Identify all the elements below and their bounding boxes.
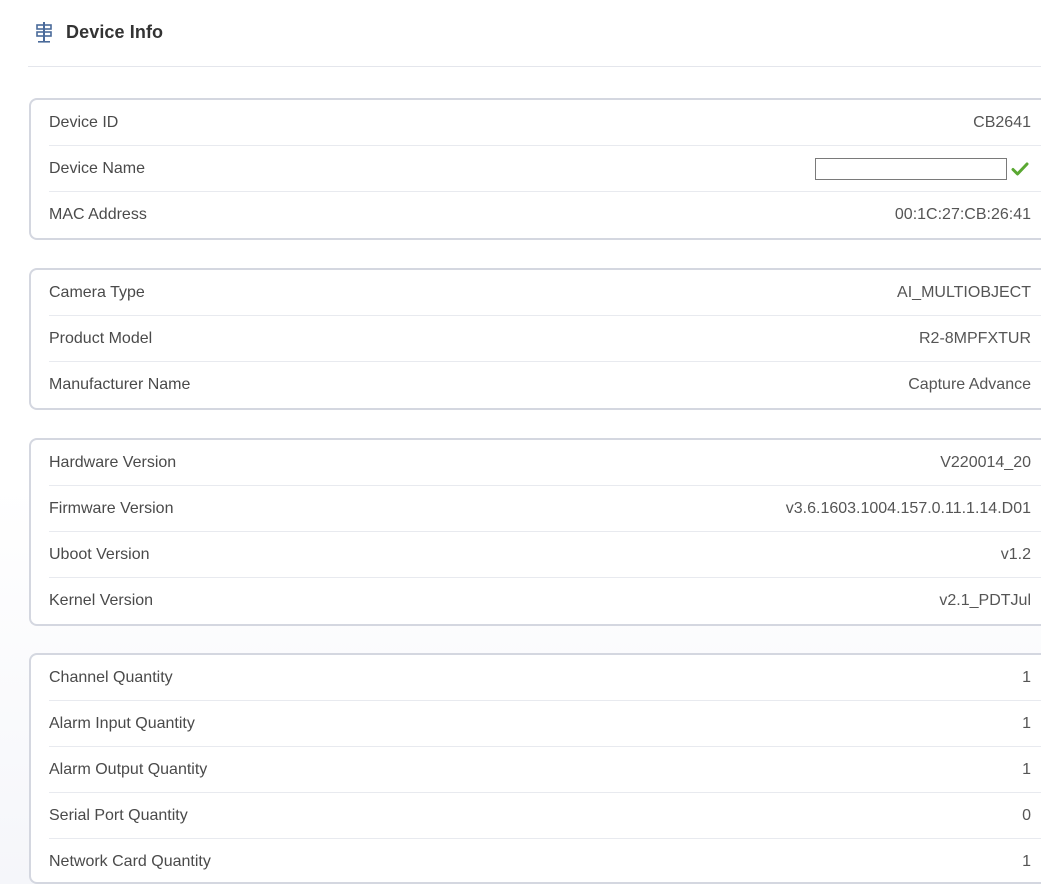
- alarm-output-quantity-row: Alarm Output Quantity 1: [49, 747, 1041, 793]
- manufacturer-value: Capture Advance: [908, 375, 1031, 393]
- device-name-label: Device Name: [49, 159, 146, 177]
- product-model-row: Product Model R2-8MPFXTUR: [49, 316, 1041, 362]
- firmware-version-row: Firmware Version v3.6.1603.1004.157.0.11…: [49, 486, 1041, 532]
- versions-panel: Hardware Version V220014_20 Firmware Ver…: [29, 438, 1041, 626]
- firmware-version-label: Firmware Version: [49, 499, 174, 517]
- checkmark-icon[interactable]: [1009, 159, 1031, 179]
- kernel-version-value: v2.1_PDTJul: [939, 591, 1031, 609]
- device-id-label: Device ID: [49, 113, 119, 131]
- header-divider: [28, 66, 1041, 67]
- alarm-input-quantity-row: Alarm Input Quantity 1: [49, 701, 1041, 747]
- network-card-quantity-value: 1: [1022, 852, 1031, 870]
- hardware-version-value: V220014_20: [940, 453, 1031, 471]
- uboot-version-row: Uboot Version v1.2: [49, 532, 1041, 578]
- hardware-version-label: Hardware Version: [49, 453, 177, 471]
- device-id-value: CB2641: [973, 113, 1031, 131]
- device-name-field-group: [815, 157, 1031, 180]
- signpost-icon: [34, 21, 54, 43]
- product-panel: Camera Type AI_MULTIOBJECT Product Model…: [29, 268, 1041, 410]
- camera-type-value: AI_MULTIOBJECT: [897, 283, 1031, 301]
- kernel-version-row: Kernel Version v2.1_PDTJul: [49, 578, 1041, 623]
- product-model-label: Product Model: [49, 329, 153, 347]
- serial-port-quantity-label: Serial Port Quantity: [49, 806, 188, 824]
- mac-address-value: 00:1C:27:CB:26:41: [894, 205, 1031, 223]
- alarm-input-quantity-label: Alarm Input Quantity: [49, 714, 195, 732]
- alarm-output-quantity-label: Alarm Output Quantity: [49, 760, 208, 778]
- manufacturer-row: Manufacturer Name Capture Advance: [49, 362, 1041, 407]
- camera-type-row: Camera Type AI_MULTIOBJECT: [49, 270, 1041, 316]
- network-card-quantity-label: Network Card Quantity: [49, 852, 211, 870]
- serial-port-quantity-row: Serial Port Quantity 0: [49, 793, 1041, 839]
- quantities-panel: Channel Quantity 1 Alarm Input Quantity …: [29, 653, 1041, 884]
- hardware-version-row: Hardware Version V220014_20: [49, 440, 1041, 486]
- firmware-version-value: v3.6.1603.1004.157.0.11.1.14.D01: [785, 499, 1031, 517]
- network-card-quantity-row: Network Card Quantity 1: [49, 839, 1041, 884]
- mac-address-label: MAC Address: [49, 205, 147, 223]
- device-name-input[interactable]: [815, 157, 1007, 180]
- page-header: Device Info: [34, 12, 163, 52]
- device-info-page: Device Info Device ID CB2641 Device Name…: [0, 0, 1041, 884]
- kernel-version-label: Kernel Version: [49, 591, 154, 609]
- channel-quantity-label: Channel Quantity: [49, 668, 173, 686]
- uboot-version-label: Uboot Version: [49, 545, 150, 563]
- serial-port-quantity-value: 0: [1022, 806, 1031, 824]
- device-name-row: Device Name: [49, 146, 1041, 192]
- alarm-output-quantity-value: 1: [1022, 760, 1031, 778]
- channel-quantity-row: Channel Quantity 1: [49, 655, 1041, 701]
- camera-type-label: Camera Type: [49, 283, 145, 301]
- channel-quantity-value: 1: [1022, 668, 1031, 686]
- product-model-value: R2-8MPFXTUR: [918, 329, 1031, 347]
- alarm-input-quantity-value: 1: [1022, 714, 1031, 732]
- manufacturer-label: Manufacturer Name: [49, 375, 191, 393]
- mac-address-row: MAC Address 00:1C:27:CB:26:41: [49, 192, 1041, 237]
- device-identity-panel: Device ID CB2641 Device Name MAC Address…: [29, 98, 1041, 240]
- page-title: Device Info: [66, 21, 164, 42]
- device-id-row: Device ID CB2641: [49, 100, 1041, 146]
- uboot-version-value: v1.2: [1000, 545, 1031, 563]
